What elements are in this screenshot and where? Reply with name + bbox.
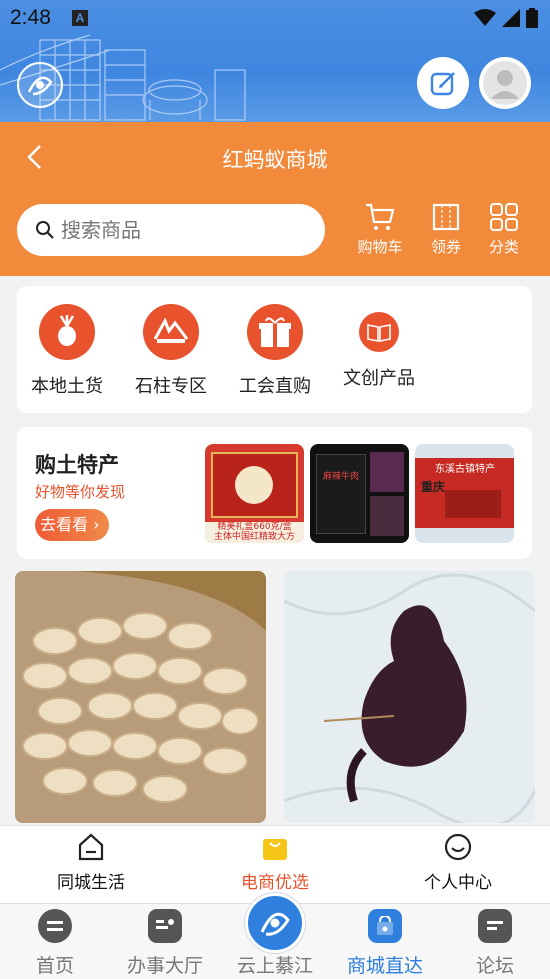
grid-icon — [490, 203, 518, 231]
signal-icon — [502, 9, 520, 27]
promo-go-label: 去看看 — [40, 515, 89, 534]
tab-local-life[interactable]: 同城生活 — [26, 832, 156, 893]
promo-image-caption: 东溪古镇特产 — [435, 464, 495, 475]
wifi-icon — [474, 9, 496, 26]
local-specialty-promo[interactable]: 购土特产 好物等你发现 去看看 › 精美礼盒660克/盒 主体中国红精致大方 麻… — [17, 427, 532, 559]
nav-label: 商城直达 — [346, 955, 423, 977]
gift-icon — [247, 304, 303, 360]
tab-ecommerce-selection[interactable]: 电商优选 — [210, 832, 340, 893]
search-bar[interactable] — [17, 204, 325, 256]
category-shizhu[interactable]: 石柱专区 — [121, 304, 221, 398]
inner-tab-bar: 同城生活 电商优选 个人中心 — [0, 825, 550, 903]
top-banner: 2:48 A — [0, 0, 550, 122]
coupon-icon — [432, 203, 460, 231]
nav-service-hall[interactable]: 办事大厅 — [110, 909, 220, 978]
notification-icon: A — [72, 10, 88, 26]
qijiang-logo-icon[interactable] — [245, 893, 305, 953]
home-icon — [78, 833, 104, 861]
status-time: 2:48 — [10, 6, 51, 29]
category-label: 本地土货 — [31, 376, 103, 397]
promo-image-caption: 麻辣牛肉 — [322, 472, 359, 482]
hall-icon — [148, 909, 182, 943]
mall-header: 红蚂蚁商城 购物车 领券 分类 — [0, 122, 550, 276]
promo-image-dongxi-town[interactable]: 东溪古镇特产 重庆 — [415, 444, 514, 543]
nav-label: 首页 — [35, 955, 74, 977]
promo-title: 购土特产 — [35, 453, 119, 477]
peanuts-image — [15, 571, 266, 823]
smile-icon — [444, 833, 472, 861]
nav-home[interactable]: 首页 — [0, 909, 110, 978]
smoked-duck-image — [284, 571, 535, 823]
tab-personal-center[interactable]: 个人中心 — [393, 832, 523, 893]
qijiang-logo — [17, 62, 63, 108]
category-label: 工会直购 — [239, 376, 311, 397]
edit-icon — [430, 72, 455, 96]
category-button[interactable]: 分类 — [474, 202, 534, 257]
search-input[interactable] — [61, 218, 311, 242]
battery-icon — [526, 8, 538, 28]
promo-go-button[interactable]: 去看看 › — [35, 509, 109, 541]
forum-icon — [478, 909, 512, 943]
avatar-icon — [483, 61, 527, 105]
shopping-bag-icon — [263, 839, 287, 860]
category-label: 分类 — [488, 238, 519, 256]
category-label: 文创产品 — [343, 368, 415, 389]
chevron-right-icon: › — [88, 515, 100, 534]
radish-icon — [39, 304, 95, 360]
promo-subtitle: 好物等你发现 — [35, 483, 126, 501]
nav-forum[interactable]: 论坛 — [440, 909, 550, 978]
category-card: 本地土货 石柱专区 工会直购 文创产品 — [17, 286, 532, 413]
avatar-button[interactable] — [479, 57, 531, 109]
shizhu-icon — [143, 304, 199, 360]
nav-label: 云上綦江 — [236, 955, 313, 977]
promo-image-spicy-beef[interactable]: 麻辣牛肉 — [310, 444, 409, 543]
mall-bag-icon — [368, 909, 402, 943]
coupon-label: 领券 — [430, 238, 461, 256]
tab-label: 个人中心 — [424, 873, 492, 893]
tab-label: 同城生活 — [57, 873, 125, 893]
category-local-goods[interactable]: 本地土货 — [17, 304, 117, 398]
edit-button[interactable] — [417, 57, 469, 109]
product-smoked-duck[interactable] — [284, 571, 535, 823]
tab-label: 电商优选 — [241, 873, 309, 893]
category-cultural[interactable]: 文创产品 — [329, 304, 429, 390]
nav-mall-direct[interactable]: 商城直达 — [330, 909, 440, 978]
promo-image-caption: 精美礼盒660克/盒 — [217, 522, 292, 532]
category-union[interactable]: 工会直购 — [225, 304, 325, 398]
promo-image-sub: 重庆 — [421, 480, 446, 494]
home-nav-icon — [38, 909, 72, 943]
promo-image-sub: 主体中国红精致大方 — [213, 532, 295, 542]
cart-button[interactable]: 购物车 — [350, 202, 410, 257]
book-icon — [359, 312, 399, 352]
search-icon — [36, 221, 54, 239]
status-bar: 2:48 A — [0, 0, 550, 36]
page-title: 红蚂蚁商城 — [222, 148, 328, 172]
nav-label: 论坛 — [475, 955, 514, 977]
coupon-button[interactable]: 领券 — [416, 202, 476, 257]
promo-image-gift-box[interactable]: 精美礼盒660克/盒 主体中国红精致大方 — [205, 444, 304, 543]
category-label: 石柱专区 — [135, 376, 207, 397]
cart-icon — [366, 203, 395, 230]
cart-label: 购物车 — [357, 238, 403, 256]
status-icons — [474, 8, 538, 28]
nav-label: 办事大厅 — [126, 955, 203, 977]
product-peanuts[interactable] — [15, 571, 266, 823]
